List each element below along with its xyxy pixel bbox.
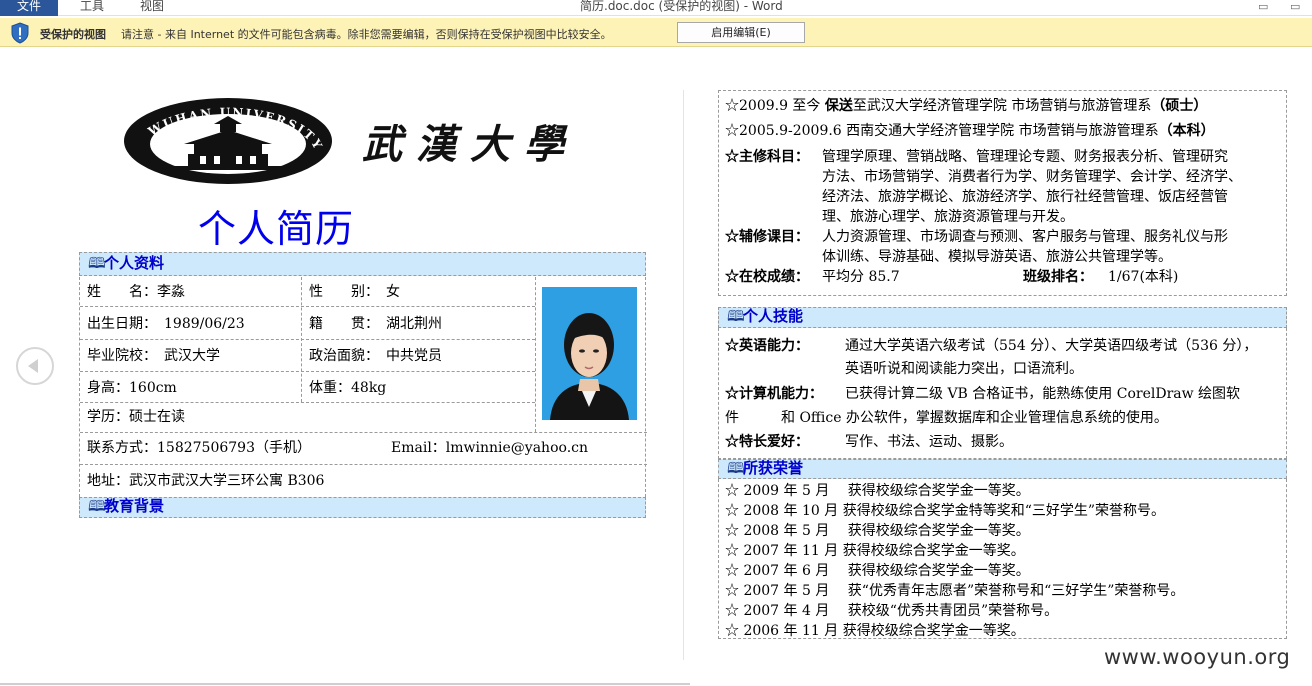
watermark: www.wooyun.org <box>1104 645 1291 669</box>
hobby-label: ☆特长爱好： <box>725 434 809 450</box>
resume-title: 个人简历 <box>198 207 355 251</box>
name-field: 姓 名：李淼 <box>87 284 185 300</box>
rank-label: 班级排名： <box>1023 269 1093 285</box>
major-line: 经济法、旅游学概论、旅游经济学、旅行社经营管理、饭店经营管 <box>822 189 1228 205</box>
close-icon[interactable]: ▭ <box>1290 0 1300 13</box>
weight-field: 体重：48kg <box>309 380 387 396</box>
email-field: Email：lmwinnie@yahoo.cn <box>391 440 588 456</box>
computer-line: 件 和 Office 办公软件，掌握数据库和企业管理信息系统的使用。 <box>725 410 1168 426</box>
protected-view-bar: 受保护的视图 请注意 - 来自 Internet 的文件可能包含病毒。除非您需要… <box>0 18 1312 47</box>
book-icon: 🕮 <box>727 307 745 325</box>
shield-icon <box>11 22 29 44</box>
enable-editing-button[interactable]: 启用编辑(E) <box>677 22 805 43</box>
honor-item: ☆ 2007 年 6 月 获得校级综合奖学金一等奖。 <box>725 563 1030 579</box>
major-line: 方法、市场营销学、消费者行为学、财务管理学、会计学、经济学、 <box>822 169 1242 185</box>
arrow-left-icon <box>28 359 38 373</box>
page-divider <box>683 90 684 660</box>
height-field: 身高：160cm <box>87 380 177 396</box>
window-title: 简历.doc.doc (受保护的视图) - Word <box>580 0 783 13</box>
grade-value: 平均分 85.7 <box>822 269 900 285</box>
english-line: 英语听说和阅读能力突出，口语流利。 <box>845 361 1083 377</box>
ribbon-bar: 文件 工具 视图 简历.doc.doc (受保护的视图) - Word ▭ ▭ <box>0 0 1312 16</box>
tab-view[interactable]: 视图 <box>140 0 164 13</box>
protected-view-message: 请注意 - 来自 Internet 的文件可能包含病毒。除非您需要编辑，否则保持… <box>121 28 612 41</box>
computer-line: 已获得计算二级 VB 合格证书，能熟练使用 CorelDraw 绘图软 <box>845 386 1241 402</box>
school-field: 毕业院校： 武汉大学 <box>87 348 220 364</box>
honor-item: ☆ 2008 年 10 月 获得校级综合奖学金特等奖和“三好学生”荣誉称号。 <box>725 503 1166 519</box>
section-honors: 🕮所获荣誉 <box>718 459 1287 479</box>
honor-item: ☆ 2007 年 5 月 获“优秀青年志愿者”荣誉称号和“三好学生”荣誉称号。 <box>725 583 1185 599</box>
birth-field: 出生日期： 1989/06/23 <box>87 316 245 332</box>
english-label: ☆英语能力： <box>725 338 809 354</box>
address-field: 地址：武汉市武汉大学三环公寓 B306 <box>87 473 325 489</box>
gender-field: 性 别： 女 <box>309 284 400 300</box>
native-place-field: 籍 贯： 湖北荆州 <box>309 316 442 332</box>
major-line: 管理学原理、营销战略、管理理论专题、财务报表分析、管理研究 <box>822 149 1228 165</box>
rank-value: 1/67(本科) <box>1108 269 1179 285</box>
politics-field: 政治面貌： 中共党员 <box>309 348 442 364</box>
honor-item: ☆ 2007 年 4 月 获校级“优秀共青团员”荣誉称号。 <box>725 603 1059 619</box>
tab-tools[interactable]: 工具 <box>80 0 104 13</box>
honor-item: ☆ 2009 年 5 月 获得校级综合奖学金一等奖。 <box>725 483 1030 499</box>
minor-line: 体训练、导游基础、模拟导游英语、旅游公共管理学等。 <box>822 249 1172 265</box>
grade-label: ☆在校成绩： <box>725 269 809 285</box>
protected-view-title: 受保护的视图 <box>40 28 106 41</box>
university-calligraphy: 武漢大學 <box>362 121 578 168</box>
edu-entry-1: ☆2009.9 至今 保送至武汉大学经济管理学院 市场营销与旅游管理系（硕士） <box>725 98 1208 114</box>
edu-entry-2: ☆2005.9-2009.6 西南交通大学经济管理学院 市场营销与旅游管理系（本… <box>725 123 1215 139</box>
honor-item: ☆ 2006 年 11 月 获得校级综合奖学金一等奖。 <box>725 623 1025 639</box>
minor-line: 人力资源管理、市场调查与预测、客户服务与管理、服务礼仪与形 <box>822 229 1228 245</box>
previous-page-button[interactable] <box>16 347 54 385</box>
major-line: 理、旅游心理学、旅游资源管理与开发。 <box>822 209 1074 225</box>
section-skills: 🕮个人技能 <box>718 307 1287 328</box>
book-icon: 🕮 <box>88 254 106 272</box>
book-icon: 🕮 <box>88 497 106 515</box>
restore-icon[interactable]: ▭ <box>1258 0 1268 13</box>
profile-photo <box>542 287 637 420</box>
computer-label: ☆计算机能力： <box>725 386 823 402</box>
contact-field: 联系方式：15827506793（手机） <box>87 440 311 456</box>
section-personal-info: 🕮个人资料 <box>79 252 646 276</box>
book-icon: 🕮 <box>727 459 745 477</box>
minor-label: ☆辅修课目： <box>725 229 809 245</box>
university-logo: WUHAN UNIVERSITY <box>124 98 332 184</box>
english-line: 通过大学英语六级考试（554 分）、大学英语四级考试（536 分）， <box>845 338 1258 354</box>
degree-field: 学历：硕士在读 <box>87 409 185 425</box>
section-education: 🕮教育背景 <box>79 497 646 518</box>
hobby-value: 写作、书法、运动、摄影。 <box>845 434 1013 450</box>
tab-file[interactable]: 文件 <box>0 0 58 16</box>
honor-item: ☆ 2008 年 5 月 获得校级综合奖学金一等奖。 <box>725 523 1030 539</box>
major-label: ☆主修科目： <box>725 149 809 165</box>
honor-item: ☆ 2007 年 11 月 获得校级综合奖学金一等奖。 <box>725 543 1025 559</box>
page-edge <box>0 683 690 685</box>
